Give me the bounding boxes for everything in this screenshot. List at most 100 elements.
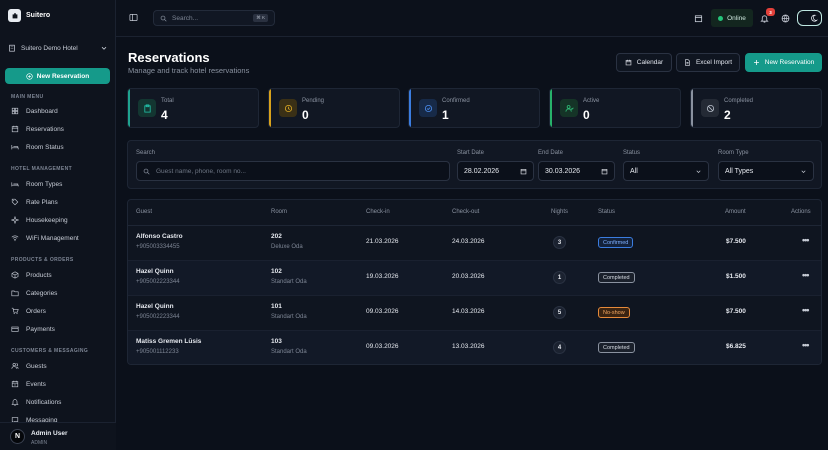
table-row[interactable]: Matiss Gremen Lūsis +905001112233 103 St… [128, 331, 821, 364]
calendar-icon [625, 59, 632, 66]
reservation-search-input[interactable]: Guest name, phone, room no... [136, 161, 450, 181]
room-number: 103 [271, 338, 282, 345]
column-header-amount[interactable]: Amount [725, 209, 746, 215]
row-actions-menu[interactable]: ••• [802, 305, 810, 315]
topbar: Search... ⌘ K Online 3 [116, 0, 828, 37]
brand-logo-icon [8, 9, 21, 22]
sidebar-item-housekeeping[interactable]: Housekeeping [11, 214, 107, 226]
room-number: 102 [271, 268, 282, 275]
chevron-down-icon [696, 170, 701, 173]
guest-name[interactable]: Hazel Quinn [136, 303, 174, 310]
end-date-input[interactable]: 30.03.2026 [538, 161, 615, 181]
status-badge: Completed [598, 342, 635, 353]
guest-name[interactable]: Matiss Gremen Lūsis [136, 338, 201, 345]
wifi-icon [11, 235, 19, 242]
amount: $1.500 [726, 273, 746, 280]
folder-icon [11, 290, 19, 297]
sidebar-item-label: Guests [26, 362, 47, 370]
sidebar-toggle-button[interactable] [129, 13, 138, 22]
column-header-check-out[interactable]: Check-out [452, 209, 479, 215]
table-row[interactable]: Hazel Quinn +905002223344 102 Standart O… [128, 261, 821, 296]
sidebar: Suitero Suitero Demo Hotel New Reservati… [0, 0, 116, 450]
stat-accent-bar [128, 89, 130, 127]
user-check-icon [560, 99, 578, 117]
hotel-name: Suitero Demo Hotel [21, 44, 78, 52]
room-type-select-value: All Types [725, 167, 754, 175]
sidebar-item-notifications[interactable]: Notifications [11, 396, 107, 408]
guest-name[interactable]: Hazel Quinn [136, 268, 174, 275]
amount: $7.500 [726, 238, 746, 245]
check-out-date: 13.03.2026 [452, 343, 485, 350]
search-icon [143, 168, 150, 175]
calendar-view-button[interactable]: Calendar [616, 53, 672, 72]
sidebar-user-profile[interactable]: N Admin User ADMIN [0, 422, 116, 450]
start-date-input[interactable]: 28.02.2026 [457, 161, 534, 181]
sidebar-item-events[interactable]: Events [11, 378, 107, 390]
excel-import-button[interactable]: Excel Import [676, 53, 740, 72]
check-in-date: 21.03.2026 [366, 238, 399, 245]
sidebar-item-categories[interactable]: Categories [11, 287, 107, 299]
guest-phone: +905002223344 [136, 314, 180, 320]
brand[interactable]: Suitero [8, 9, 50, 22]
guest-phone: +905002223344 [136, 279, 180, 285]
new-reservation-button[interactable]: New Reservation [745, 53, 822, 72]
column-header-status[interactable]: Status [598, 209, 615, 215]
calendar-button[interactable] [694, 14, 703, 23]
global-search-input[interactable]: Search... ⌘ K [153, 10, 275, 26]
sidebar-item-wifi-management[interactable]: WiFi Management [11, 232, 107, 244]
column-header-guest[interactable]: Guest [136, 209, 152, 215]
sidebar-item-label: Payments [26, 325, 55, 333]
online-dot-icon [718, 15, 724, 21]
sidebar-item-label: Categories [26, 289, 58, 297]
sidebar-item-label: Orders [26, 307, 46, 315]
language-button[interactable] [781, 14, 790, 23]
check-in-date: 09.03.2026 [366, 343, 399, 350]
stat-label: Pending [302, 98, 325, 104]
box-icon [11, 271, 19, 279]
stat-accent-bar [691, 89, 693, 127]
sidebar-item-guests[interactable]: Guests [11, 360, 107, 372]
row-actions-menu[interactable]: ••• [802, 235, 810, 245]
excel-import-label: Excel Import [695, 59, 733, 66]
sidebar-item-dashboard[interactable]: Dashboard [11, 105, 107, 117]
room-number: 202 [271, 233, 282, 240]
user-role: ADMIN [31, 440, 48, 446]
guest-name[interactable]: Alfonso Castro [136, 233, 183, 240]
sidebar-item-label: Notifications [26, 398, 62, 406]
hotel-switcher[interactable]: Suitero Demo Hotel [8, 44, 108, 52]
panel-left-icon [129, 13, 138, 22]
page-subtitle: Manage and track hotel reservations [128, 66, 250, 75]
sidebar-item-orders[interactable]: Orders [11, 305, 107, 317]
column-header-nights[interactable]: Nights [551, 209, 568, 215]
new-reservation-button-sidebar[interactable]: New Reservation [5, 68, 110, 84]
online-status[interactable]: Online [711, 9, 753, 27]
clock-icon [279, 99, 297, 117]
column-header-room[interactable]: Room [271, 209, 287, 215]
stat-value: 2 [724, 108, 731, 122]
search-filter-label: Search [136, 150, 156, 156]
sidebar-item-reservations[interactable]: Reservations [11, 123, 107, 135]
sidebar-item-rate-plans[interactable]: Rate Plans [11, 196, 107, 208]
sidebar-item-label: Products [26, 271, 52, 279]
search-placeholder: Guest name, phone, room no... [156, 167, 246, 175]
room-type-select[interactable]: All Types [718, 161, 814, 181]
theme-toggle[interactable] [797, 10, 822, 26]
sidebar-item-payments[interactable]: Payments [11, 323, 107, 335]
stat-value: 0 [583, 108, 590, 122]
sidebar-item-room-types[interactable]: Room Types [11, 178, 107, 190]
sidebar-item-room-status[interactable]: Room Status [11, 141, 107, 153]
check-out-date: 24.03.2026 [452, 238, 485, 245]
stat-card-confirmed: Confirmed 1 [408, 88, 540, 128]
brand-name: Suitero [26, 12, 51, 19]
stat-label: Confirmed [442, 98, 470, 104]
status-select[interactable]: All [623, 161, 709, 181]
row-actions-menu[interactable]: ••• [802, 340, 810, 350]
table-row[interactable]: Hazel Quinn +905002223344 101 Standart O… [128, 296, 821, 331]
row-actions-menu[interactable]: ••• [802, 270, 810, 280]
table-row[interactable]: Alfonso Castro +905003334455 202 Deluxe … [128, 226, 821, 261]
dashboard-icon [11, 107, 19, 115]
column-header-check-in[interactable]: Check-in [366, 209, 390, 215]
sidebar-item-label: Reservations [26, 125, 64, 133]
nav-section-main-menu: MAIN MENU [11, 94, 44, 100]
sidebar-item-products[interactable]: Products [11, 269, 107, 281]
